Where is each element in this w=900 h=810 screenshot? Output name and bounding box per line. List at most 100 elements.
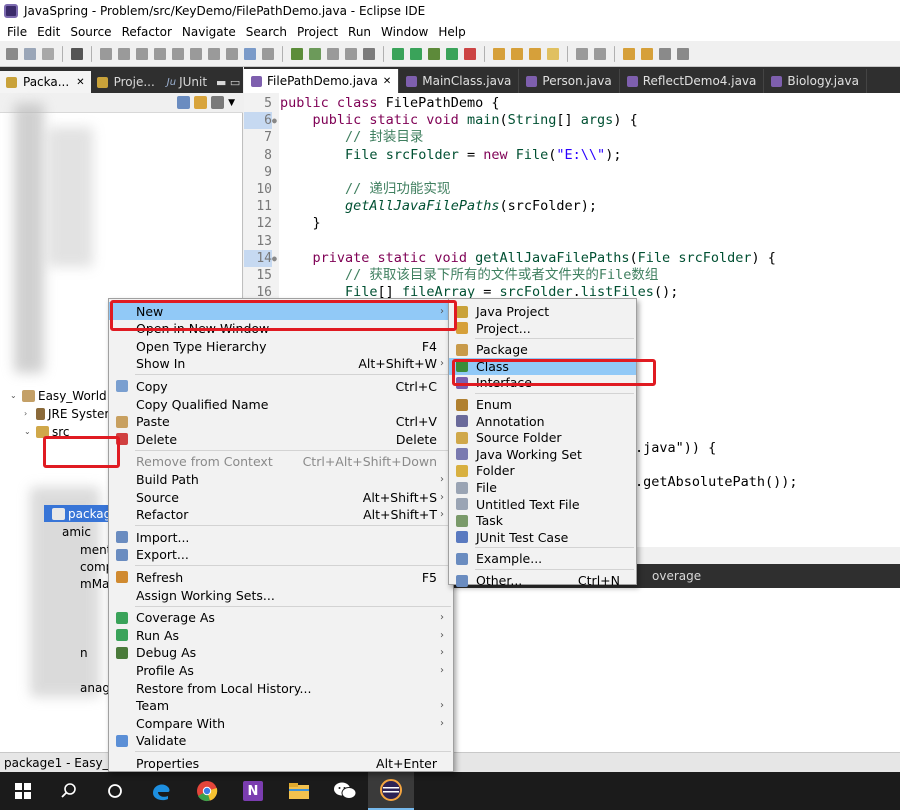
code-line[interactable]: 7 // 封装目录 <box>244 129 900 146</box>
menu-item-source[interactable]: Source Alt+Shift+S › <box>109 488 453 506</box>
menu-source[interactable]: Source <box>65 25 116 39</box>
tab-filepathdemo[interactable]: FilePathDemo.java ✕ <box>244 69 400 93</box>
menu-refactor[interactable]: Refactor <box>117 25 177 39</box>
submenu-item-class[interactable]: Class <box>449 357 636 375</box>
expand-arrow-icon[interactable]: › <box>24 409 33 418</box>
menu-item-coverage-as[interactable]: Coverage As › <box>109 609 453 627</box>
use-step-filters-icon[interactable] <box>262 47 274 60</box>
code-line[interactable]: 8 File srcFolder = new File("E:\\"); <box>244 147 900 164</box>
menu-file[interactable]: File <box>2 25 32 39</box>
next-annotation-icon[interactable] <box>623 47 635 60</box>
back-icon[interactable] <box>659 47 671 60</box>
menu-item-refactor[interactable]: Refactor Alt+Shift+T › <box>109 506 453 524</box>
toggle-mark-occurrences-icon[interactable] <box>576 47 588 60</box>
external-tools-icon[interactable] <box>428 47 440 60</box>
menu-search[interactable]: Search <box>241 25 292 39</box>
menu-item-export[interactable]: Export... <box>109 546 453 564</box>
menu-run[interactable]: Run <box>343 25 376 39</box>
submenu-item-annotation[interactable]: Annotation <box>449 413 636 430</box>
submenu-item-package[interactable]: Package <box>449 341 636 358</box>
tab-person[interactable]: Person.java <box>519 69 620 93</box>
save-all-icon[interactable] <box>42 47 54 60</box>
tab-package-explorer[interactable]: Packa... ✕ <box>0 71 91 93</box>
collapse-arrow-icon[interactable]: ⌄ <box>24 427 33 436</box>
close-icon[interactable]: ✕ <box>383 76 391 87</box>
code-line[interactable]: 6 ● public static void main(String[] args… <box>244 112 900 130</box>
menu-item-paste[interactable]: Paste Ctrl+V <box>109 413 453 431</box>
tree-item-partial[interactable]: n <box>80 644 88 661</box>
tree-item-jre[interactable]: › JRE System <box>24 405 116 422</box>
chrome-icon[interactable] <box>184 772 230 810</box>
focus-icon[interactable] <box>211 96 225 109</box>
skip-breakpoints-icon[interactable] <box>100 47 112 60</box>
code-line[interactable]: 13 <box>244 233 900 250</box>
tree-item-partial[interactable]: amic <box>62 523 91 540</box>
menu-item-profile-as[interactable]: Profile As › <box>109 661 453 679</box>
coverage-run-icon[interactable] <box>309 47 321 60</box>
tree-item-partial[interactable]: ment <box>80 541 111 558</box>
code-line[interactable]: 9 <box>244 164 900 181</box>
submenu-item-java-working-set[interactable]: Java Working Set <box>449 446 636 463</box>
code-line[interactable]: 12 } <box>244 215 900 232</box>
menu-item-delete[interactable]: Delete Delete <box>109 430 453 448</box>
code-line[interactable]: 5 public class FilePathDemo { <box>244 95 900 112</box>
menu-item-open-in-new-window[interactable]: Open in New Window <box>109 320 453 338</box>
new-java-package-icon[interactable] <box>511 47 523 60</box>
menu-item-open-type-hierarchy[interactable]: Open Type Hierarchy F4 <box>109 337 453 355</box>
menu-project[interactable]: Project <box>292 25 343 39</box>
submenu-item-example[interactable]: Example... <box>449 550 636 567</box>
forward-icon[interactable] <box>677 47 689 60</box>
step-return-icon[interactable] <box>226 47 238 60</box>
menu-item-new[interactable]: New › <box>109 302 453 320</box>
edge-browser-icon[interactable] <box>138 772 184 810</box>
submenu-item-folder[interactable]: Folder <box>449 462 636 479</box>
search-icon[interactable] <box>46 772 92 810</box>
menu-item-team[interactable]: Team › <box>109 697 453 715</box>
menu-item-copy[interactable]: Copy Ctrl+C <box>109 377 453 395</box>
file-explorer-icon[interactable] <box>276 772 322 810</box>
tab-junit[interactable]: Ju JUnit ▬ ▭ <box>161 71 247 93</box>
new-icon[interactable] <box>6 47 18 60</box>
submenu-item-file[interactable]: File <box>449 479 636 496</box>
submenu-item-project[interactable]: Project... <box>449 320 636 337</box>
tree-item-src[interactable]: ⌄ src <box>24 423 70 440</box>
fold-marker-icon[interactable]: ● <box>272 250 277 267</box>
menu-item-copy-qualified-name[interactable]: Copy Qualified Name <box>109 395 453 413</box>
menu-item-properties[interactable]: Properties Alt+Enter <box>109 754 453 772</box>
collapse-all-icon[interactable] <box>177 96 191 109</box>
menu-item-show-in[interactable]: Show In Alt+Shift+W › <box>109 355 453 373</box>
menu-navigate[interactable]: Navigate <box>177 25 241 39</box>
menu-item-build-path[interactable]: Build Path › <box>109 470 453 488</box>
submenu-item-enum[interactable]: Enum <box>449 396 636 413</box>
coverage-tab-label[interactable]: overage <box>652 569 701 583</box>
link-with-editor-icon[interactable] <box>194 96 208 109</box>
coverage-launch-icon[interactable] <box>446 47 458 60</box>
submenu-item-java-project[interactable]: Java Project <box>449 303 636 320</box>
menu-item-refresh[interactable]: Refresh F5 <box>109 568 453 586</box>
submenu-item-other[interactable]: Other... Ctrl+N <box>449 572 636 589</box>
search-toolbar-icon[interactable] <box>547 47 559 60</box>
menu-item-debug-as[interactable]: Debug As › <box>109 644 453 662</box>
save-icon[interactable] <box>24 47 36 60</box>
menu-item-run-as[interactable]: Run As › <box>109 626 453 644</box>
menu-window[interactable]: Window <box>376 25 433 39</box>
disconnect-icon[interactable] <box>172 47 184 60</box>
tab-reflectdemo4[interactable]: ReflectDemo4.java <box>620 69 765 93</box>
windows-start-icon[interactable] <box>0 772 46 810</box>
clean-icon[interactable] <box>363 47 375 60</box>
menu-help[interactable]: Help <box>433 25 470 39</box>
code-line[interactable]: 15 // 获取该目录下所有的文件或者文件夹的File数组 <box>244 267 900 284</box>
target-icon[interactable] <box>71 47 83 60</box>
submenu-item-task[interactable]: Task <box>449 512 636 529</box>
build-icon[interactable] <box>345 47 357 60</box>
close-icon[interactable]: ✕ <box>76 77 84 88</box>
tab-biology[interactable]: Biology.java <box>764 69 867 93</box>
debug-launch-icon[interactable] <box>392 47 404 60</box>
wechat-icon[interactable] <box>322 772 368 810</box>
menu-item-validate[interactable]: Validate <box>109 732 453 750</box>
show-whitespace-icon[interactable] <box>594 47 606 60</box>
profile-launch-icon[interactable] <box>464 47 476 60</box>
tree-item-easy-world[interactable]: ⌄ Easy_World <box>10 387 107 404</box>
step-into-icon[interactable] <box>190 47 202 60</box>
java-perspective-icon[interactable] <box>291 47 303 60</box>
